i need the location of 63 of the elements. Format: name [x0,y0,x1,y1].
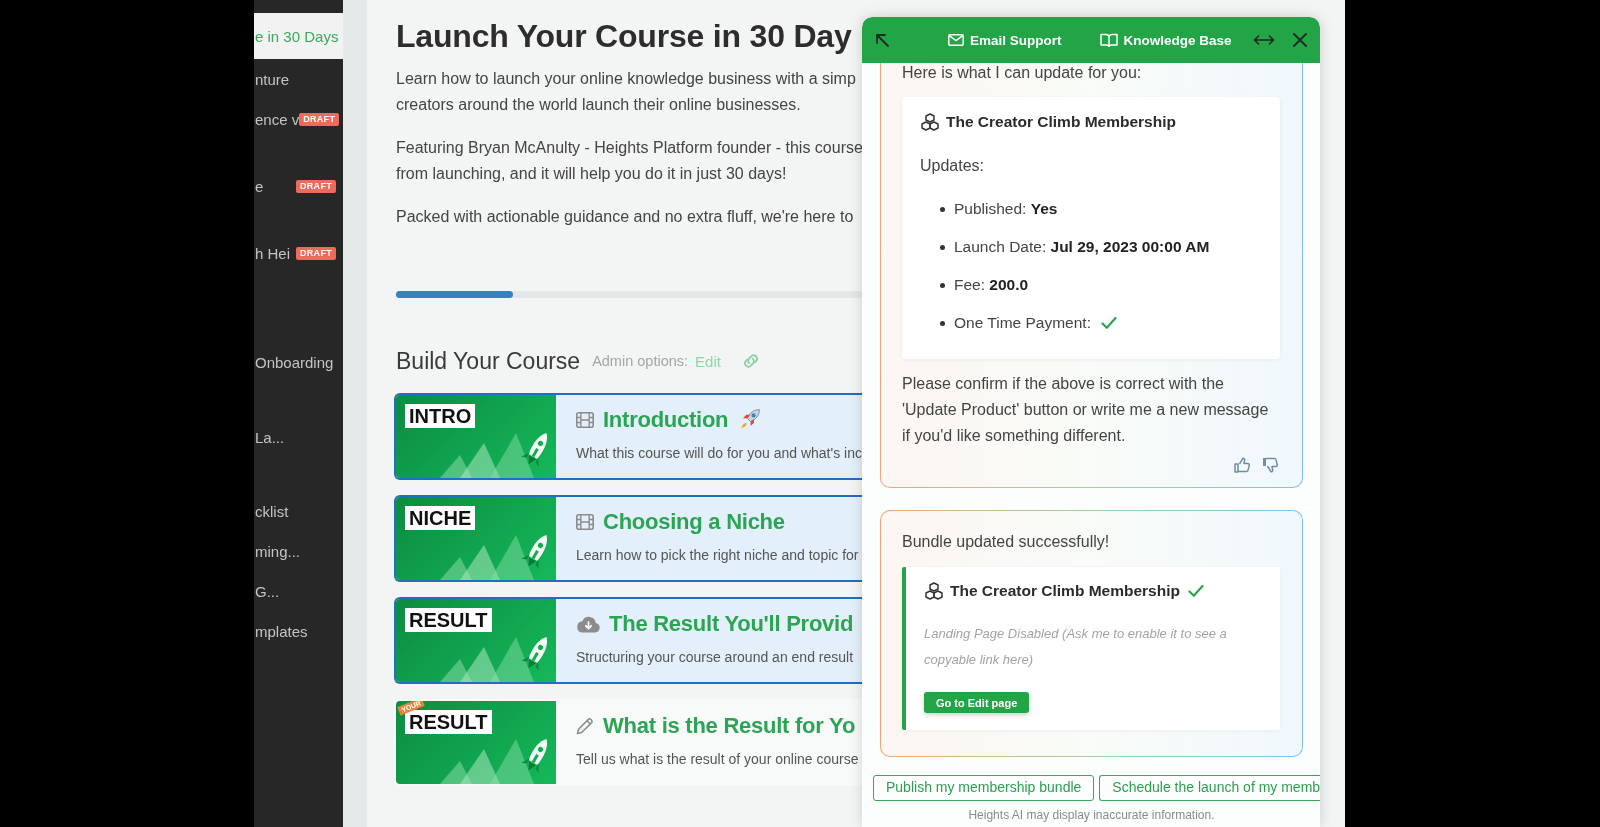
book-icon [1099,33,1118,47]
sidebar-item[interactable]: ming... [254,531,343,571]
lesson-description: What this course will do for you and what's inc [576,444,862,462]
section-title: Build Your Course [396,347,581,375]
lesson-tag: NICHE [405,506,476,530]
lesson-tag: RESULT [405,710,492,734]
sidebar-item[interactable]: ence v DRAFT [254,99,343,139]
lesson-description: Structuring your course around an end result [576,648,855,666]
thumbs-up-icon[interactable] [1234,457,1252,473]
message-text: Here is what I can update for you: [902,63,1143,83]
course-description: Featuring Bryan McAnulty - Heights Platform founder - this course from launching, and it will help you do it in just 30 days! [396,138,863,184]
message-text: Please confirm if the above is correct with the 'Update Product' button or write me a new message if you'd like something different. [902,374,1270,446]
sidebar-item[interactable]: cklist [254,491,343,531]
sidebar-item[interactable]: nture [254,59,343,99]
lesson-card[interactable]: RESULT The Result You'll Provid Structuring your course around an end result [394,597,862,684]
close-icon[interactable] [1293,33,1307,47]
product-name: The Creator Climb Membership [950,582,1180,600]
cubes-icon [924,582,944,600]
draft-badge: DRAFT [296,179,336,193]
mail-icon [948,34,964,46]
lesson-description: Learn how to pick the right niche and topic for [576,546,860,564]
cloud-download-icon [576,615,600,633]
course-description: Packed with actionable guidance and no extra fluff, we're here to [396,207,854,227]
disclaimer-text: Heights AI may display inaccurate information. [967,807,1216,823]
sidebar-item[interactable]: mplates [254,611,343,651]
lesson-title: The Result You'll Provid [609,611,854,637]
bullet-icon [940,282,945,288]
message-text: Bundle updated successfully! [902,532,1111,552]
update-text: One Time Payment: [954,314,1091,332]
lesson-description: Tell us what is the result of your online course [576,750,860,768]
draft-badge: DRAFT [296,246,336,260]
admin-options-label: Admin options: [592,353,689,369]
cubes-icon [920,113,940,131]
diagonal-arrow-icon[interactable] [875,33,889,47]
lesson-title: Introduction [603,407,729,433]
bullet-icon [940,320,945,326]
bullet-icon [940,244,945,250]
sidebar-item[interactable]: La... [254,417,343,457]
lesson-tag: INTRO [405,404,476,428]
film-icon [576,514,594,530]
lesson-tag: RESULT [405,608,492,632]
lesson-title: What is the Result for Yo [603,713,856,739]
update-text: Launch Date: Jul 29, 2023 00:00 AM [954,238,1210,256]
draft-badge: DRAFT [299,112,340,126]
sidebar-item[interactable]: G... [254,571,343,611]
pencil-icon [576,717,594,735]
film-icon [576,412,594,428]
sidebar-item[interactable]: h Hei DRAFT [254,233,343,273]
lesson-card[interactable]: INTRO Introduction What this course will do for you and what's inc [394,393,862,480]
product-name: The Creator Climb Membership [946,113,1176,131]
double-arrow-icon[interactable] [1253,34,1275,46]
landing-page-note: Landing Page Disabled (Ask me to enable it to see a copyable link here) [924,625,1228,669]
course-title: Launch Your Course in 30 Day [396,18,852,54]
course-description: Learn how to launch your online knowledge business with a simp creators around the world launch their online businesses. [396,69,856,115]
lesson-title: Choosing a Niche [603,509,785,535]
updates-label: Updates: [920,156,986,176]
sidebar-item[interactable]: Onboarding [254,342,343,382]
lesson-card[interactable]: NICHE Choosing a Niche Learn how to pick the right niche and topic for [394,495,862,582]
update-text: Published: Yes [954,200,1058,218]
bullet-icon [940,206,945,212]
thumbs-down-icon[interactable] [1262,457,1280,473]
sidebar-item[interactable]: e DRAFT [254,166,343,206]
update-text: Fee: 200.0 [954,276,1029,294]
